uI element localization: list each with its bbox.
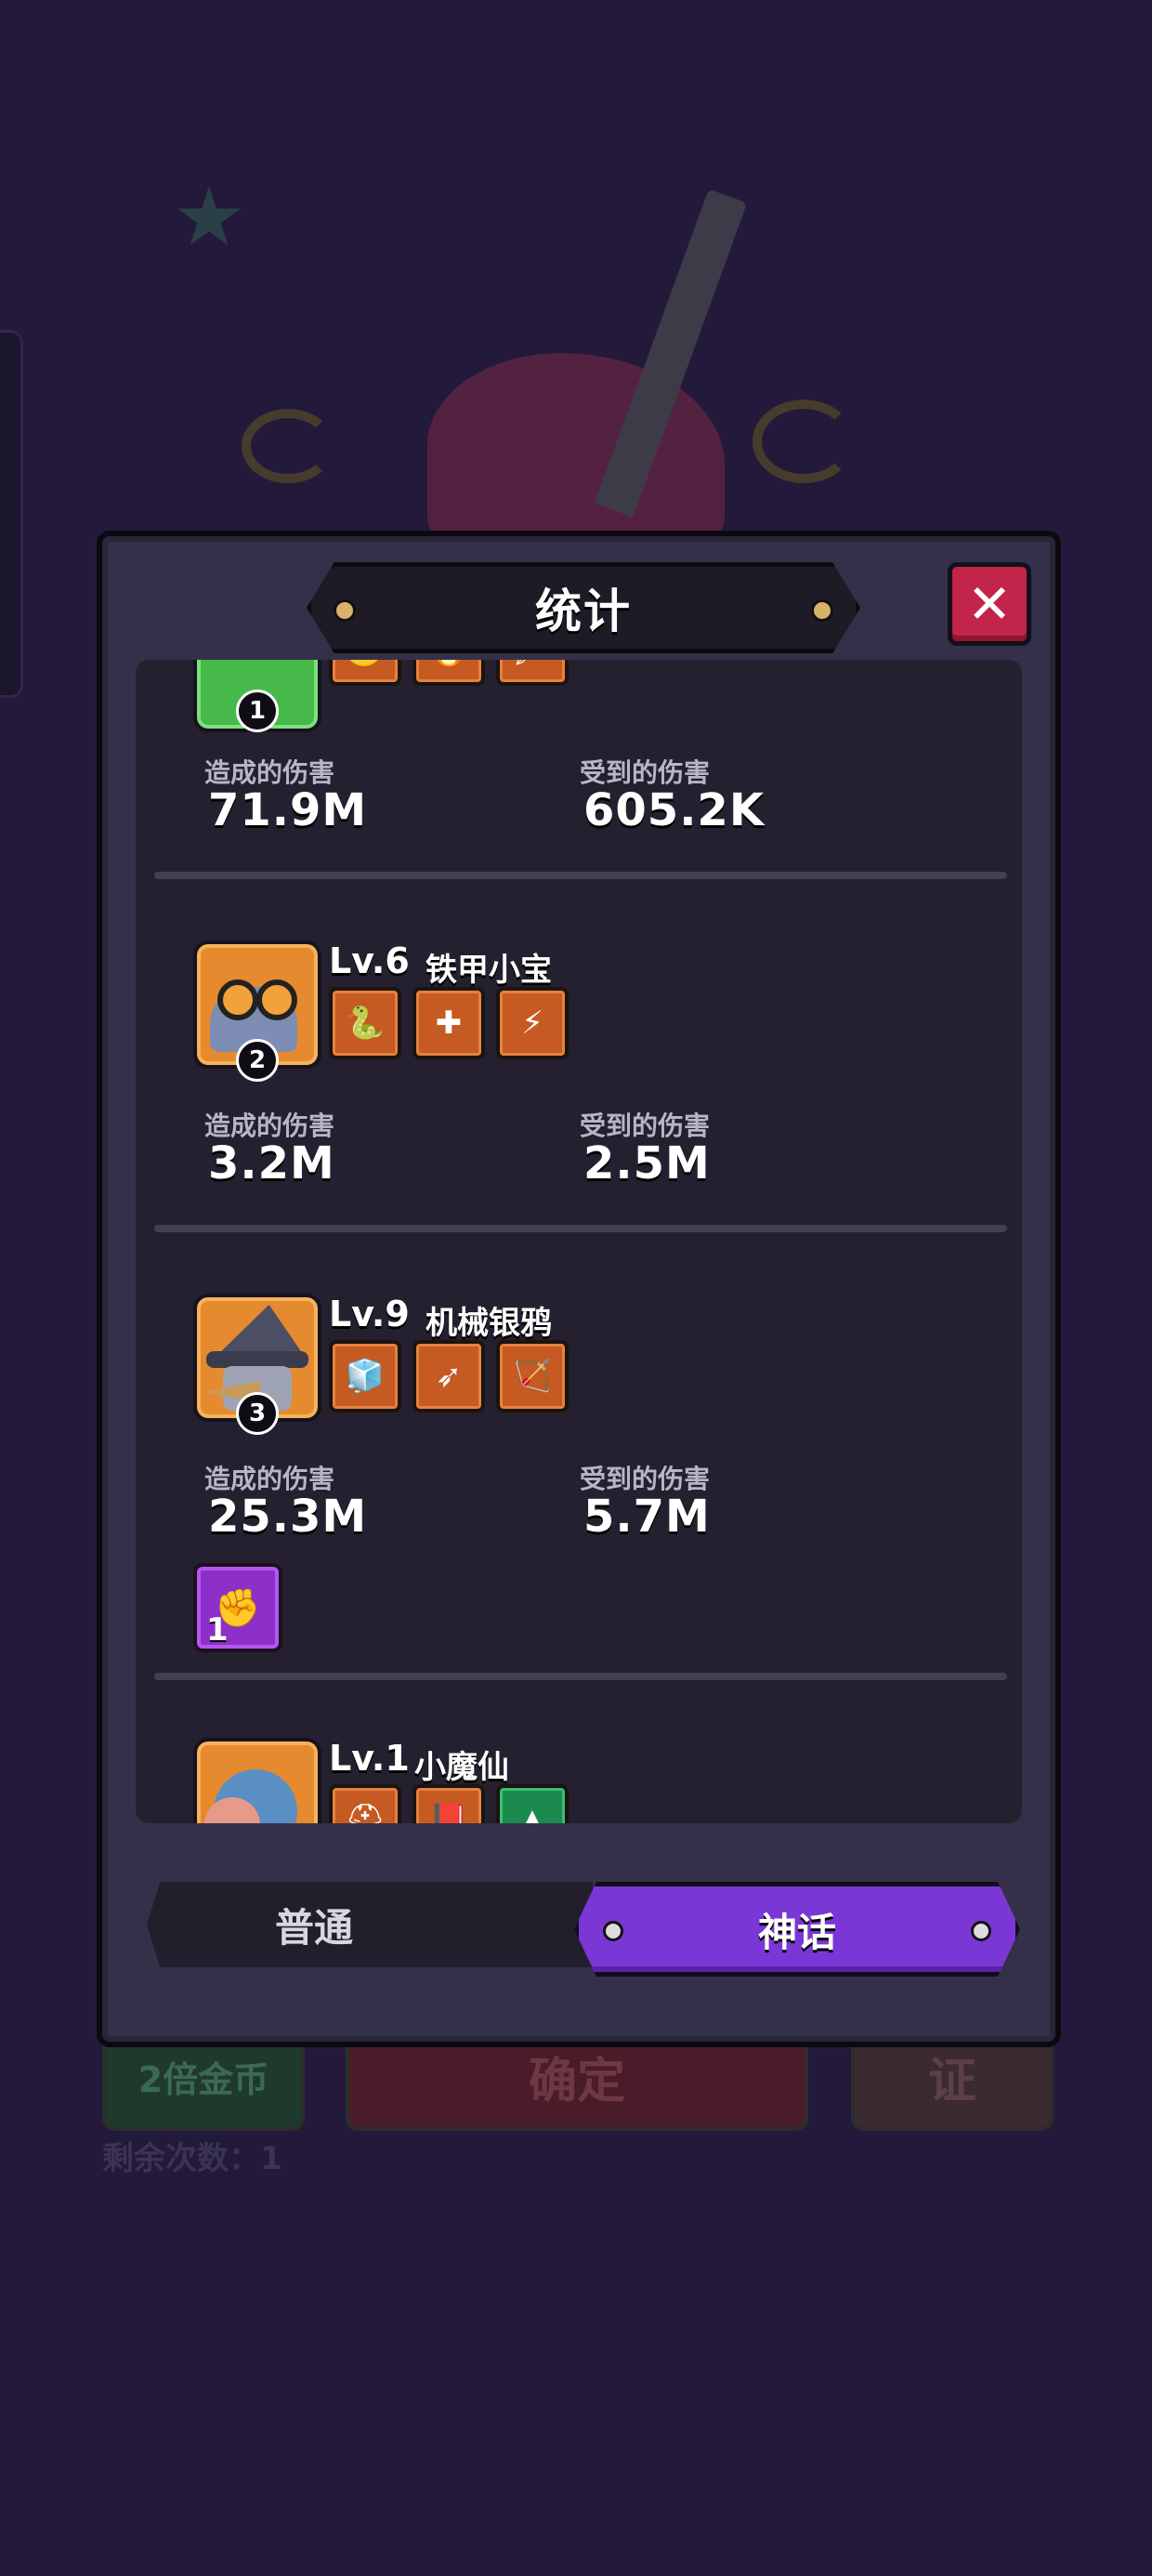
snake-ring-icon: 🐍 — [329, 987, 401, 1059]
swirl-decoration — [753, 400, 855, 483]
witch-hat — [216, 1305, 305, 1357]
helmet-icon: ⛑ — [329, 1784, 401, 1823]
title-dot-left — [334, 599, 356, 622]
damage-taken-value: 605.2K — [583, 784, 766, 836]
healing-flame-icon: ✚ — [412, 987, 485, 1059]
close-icon: ✕ — [966, 572, 1013, 636]
book-icon: 📕 — [412, 1784, 485, 1823]
damage-dealt-value: 25.3M — [208, 1491, 368, 1543]
divider — [154, 872, 1007, 879]
hero-level: Lv.1 — [329, 1738, 410, 1779]
scythe-icon: 🌙 — [329, 660, 401, 686]
damage-dealt-value: 3.2M — [208, 1137, 335, 1189]
double-coins-label: 2倍金币 — [137, 2058, 269, 2100]
relic-slot[interactable]: ✊ 1 — [193, 1563, 282, 1652]
damage-taken-value: 2.5M — [583, 1137, 711, 1189]
tab-dot-left — [603, 1921, 623, 1941]
close-button[interactable]: ✕ — [948, 562, 1031, 646]
title-plate: 统计 — [307, 562, 860, 653]
spear-icon: 🗡 — [496, 660, 569, 686]
rank-badge: 2 — [236, 1039, 279, 1082]
damage-dealt-value: 71.9M — [208, 784, 368, 836]
hero-portrait — [193, 1738, 321, 1823]
rank-badge: 3 — [236, 1392, 279, 1435]
right-button-label: 证 — [927, 2053, 976, 2109]
remaining-count: 剩余次数：1 — [102, 2140, 282, 2177]
hero-name: 小魔仙 — [414, 1749, 509, 1786]
crystal-icon: ▲ — [496, 1784, 569, 1823]
tab-normal[interactable]: 普通 — [147, 1882, 593, 1967]
divider — [154, 1225, 1007, 1232]
hero-stats-list[interactable]: 1 🌙 🔥 🗡 造成的伤害 71.9M 受到的伤害 605.2K 2 Lv.6 … — [136, 660, 1022, 1823]
damage-taken-value: 5.7M — [583, 1491, 711, 1543]
hero-level: Lv.9 — [329, 1294, 410, 1334]
swirl-decoration — [242, 409, 334, 483]
goggle-right — [256, 979, 297, 1020]
lightning-sword-icon: ⚡ — [496, 987, 569, 1059]
tab-normal-label: 普通 — [274, 1904, 353, 1951]
magic-cube-icon: 🧊 — [329, 1340, 401, 1413]
flame-blade-icon: 🔥 — [412, 660, 485, 686]
tab-dot-right — [971, 1921, 991, 1941]
rank-badge: 1 — [236, 690, 279, 732]
hero-name: 机械银鸦 — [425, 1305, 552, 1342]
modal-title: 统计 — [535, 585, 632, 638]
confirm-label: 确定 — [528, 2053, 625, 2109]
star-decoration — [177, 186, 241, 245]
hero-level: Lv.6 — [329, 940, 410, 981]
spear-icon: ➶ — [412, 1340, 485, 1413]
hero-name: 铁甲小宝 — [425, 952, 552, 989]
relic-count: 1 — [206, 1611, 229, 1649]
tab-myth-label: 神话 — [757, 1909, 836, 1955]
side-panel-edge — [0, 330, 23, 698]
crossbow-icon: 🏹 — [496, 1340, 569, 1413]
statistics-modal: 统计 ✕ 1 🌙 🔥 🗡 造成的伤害 71.9M 受到的伤害 605.2K 2 — [97, 531, 1061, 2047]
title-dot-right — [811, 599, 833, 622]
tab-myth[interactable]: 神话 — [574, 1882, 1020, 1977]
divider — [154, 1673, 1007, 1680]
goggle-left — [217, 979, 258, 1020]
